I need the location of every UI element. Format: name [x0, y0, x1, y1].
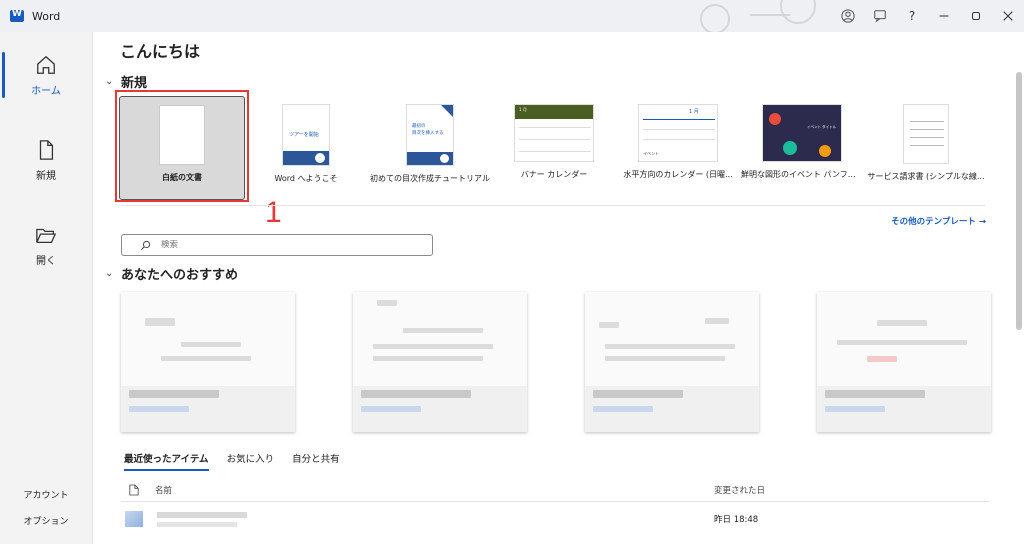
- restore-icon[interactable]: [960, 0, 992, 32]
- template-toc-tutorial[interactable]: 最初の 目次を挿入する 初めての目次作成チュートリアル: [367, 96, 493, 202]
- sidebar: ホーム 新規 開く アカウント オプション: [0, 32, 92, 544]
- account-icon[interactable]: [832, 0, 864, 32]
- sidebar-options-link[interactable]: オプション: [0, 514, 92, 527]
- sidebar-item-label: 新規: [36, 170, 56, 182]
- decorative-pattern: [690, 0, 840, 32]
- tab-favorites[interactable]: お気に入り: [227, 451, 275, 471]
- template-label: 初めての目次作成チュートリアル: [370, 174, 490, 183]
- recommended-document-card[interactable]: [817, 292, 991, 432]
- table-row[interactable]: 昨日 18:48: [121, 505, 989, 533]
- recommended-document-card[interactable]: [353, 292, 527, 432]
- app-title: Word: [32, 9, 61, 23]
- thumb-text: 最初の: [412, 124, 426, 129]
- recommended-section-title: あなたへのおすすめ: [121, 268, 239, 283]
- word-file-icon: [125, 511, 143, 527]
- document-icon: [129, 484, 139, 496]
- template-thumbnail: [903, 104, 949, 164]
- column-modified[interactable]: 変更された日: [714, 484, 765, 496]
- template-thumbnail: 1 月 イベント: [638, 104, 718, 162]
- template-event-brochure[interactable]: イベント タイトル 鮮明な図形のイベント パンフレ...: [739, 96, 865, 202]
- search-box[interactable]: [121, 234, 433, 256]
- search-icon: [141, 240, 151, 250]
- thumb-text: イベント タイトル: [807, 125, 837, 129]
- annotation-highlight-box: [115, 90, 249, 202]
- sidebar-account-link[interactable]: アカウント: [0, 488, 92, 501]
- home-icon: [37, 55, 55, 74]
- sidebar-item-label: 開く: [36, 255, 56, 267]
- thumb-text: 1 月: [689, 109, 699, 115]
- column-name[interactable]: 名前: [155, 484, 172, 496]
- template-label: サービス請求書 (シンプルな線...: [867, 172, 985, 181]
- chevron-down-icon: ⌄: [105, 76, 114, 87]
- new-section-title: 新規: [121, 76, 148, 91]
- page-title: こんにちは: [120, 42, 201, 61]
- search-input[interactable]: [161, 240, 411, 250]
- file-tabs: 最近使ったアイテム お気に入り 自分と共有: [124, 451, 358, 471]
- sidebar-item-open[interactable]: 開く: [0, 212, 92, 278]
- template-label: Word へようこそ: [274, 174, 338, 183]
- folder-open-icon: [36, 228, 57, 243]
- thumb-text: イベント: [643, 151, 659, 156]
- sidebar-item-new[interactable]: 新規: [0, 127, 92, 193]
- template-thumbnail: 1 月: [514, 104, 594, 162]
- template-thumbnail: 最初の 目次を挿入する: [406, 104, 454, 166]
- new-document-icon: [39, 139, 54, 160]
- divider: [121, 501, 989, 502]
- recommended-document-card[interactable]: [121, 292, 295, 432]
- annotation-number: 1: [265, 196, 282, 229]
- sidebar-item-home[interactable]: ホーム: [0, 42, 92, 108]
- vertical-scrollbar[interactable]: [1016, 72, 1022, 330]
- main-content: こんにちは ⌄ 新規 白紙の文書 ツアーを開始 Word へようこそ 最初の 目…: [92, 32, 1024, 544]
- thumb-text: 目次を挿入する: [412, 131, 444, 136]
- sidebar-item-label: ホーム: [31, 85, 61, 97]
- close-icon[interactable]: [992, 0, 1024, 32]
- template-label: 鮮明な図形のイベント パンフレ...: [741, 170, 863, 179]
- template-thumbnail: イベント タイトル: [762, 104, 842, 162]
- divider: [121, 205, 985, 206]
- more-templates-label: その他のテンプレート: [891, 217, 976, 227]
- new-section-header[interactable]: ⌄ 新規: [105, 72, 147, 91]
- template-label: バナー カレンダー: [520, 170, 588, 179]
- template-thumbnail: ツアーを開始: [282, 104, 330, 166]
- minimize-icon[interactable]: [928, 0, 960, 32]
- help-button[interactable]: ?: [896, 0, 928, 32]
- tab-shared[interactable]: 自分と共有: [292, 451, 340, 471]
- template-banner-calendar[interactable]: 1 月 バナー カレンダー: [491, 96, 617, 202]
- template-word-welcome[interactable]: ツアーを開始 Word へようこそ: [243, 96, 369, 202]
- file-modified-date: 昨日 18:48: [714, 515, 759, 525]
- more-templates-link[interactable]: その他のテンプレート →: [891, 215, 986, 227]
- chevron-down-icon: ⌄: [105, 268, 114, 279]
- arrow-right-icon: →: [978, 217, 986, 227]
- template-service-invoice[interactable]: サービス請求書 (シンプルな線...: [863, 96, 989, 202]
- template-label: 水平方向のカレンダー (日曜...: [623, 170, 733, 179]
- feedback-icon[interactable]: [864, 0, 896, 32]
- template-horizontal-calendar[interactable]: 1 月 イベント 水平方向のカレンダー (日曜...: [615, 96, 741, 202]
- tab-recent[interactable]: 最近使ったアイテム: [124, 451, 209, 471]
- recommended-document-card[interactable]: [585, 292, 759, 432]
- recommended-section-header[interactable]: ⌄ あなたへのおすすめ: [105, 264, 238, 283]
- file-list-header: 名前 変更された日: [129, 484, 989, 496]
- thumb-text: 1 月: [519, 107, 527, 112]
- thumb-text: ツアーを開始: [289, 132, 319, 138]
- title-bar: Word ?: [0, 0, 1024, 32]
- word-logo-icon: [10, 9, 24, 22]
